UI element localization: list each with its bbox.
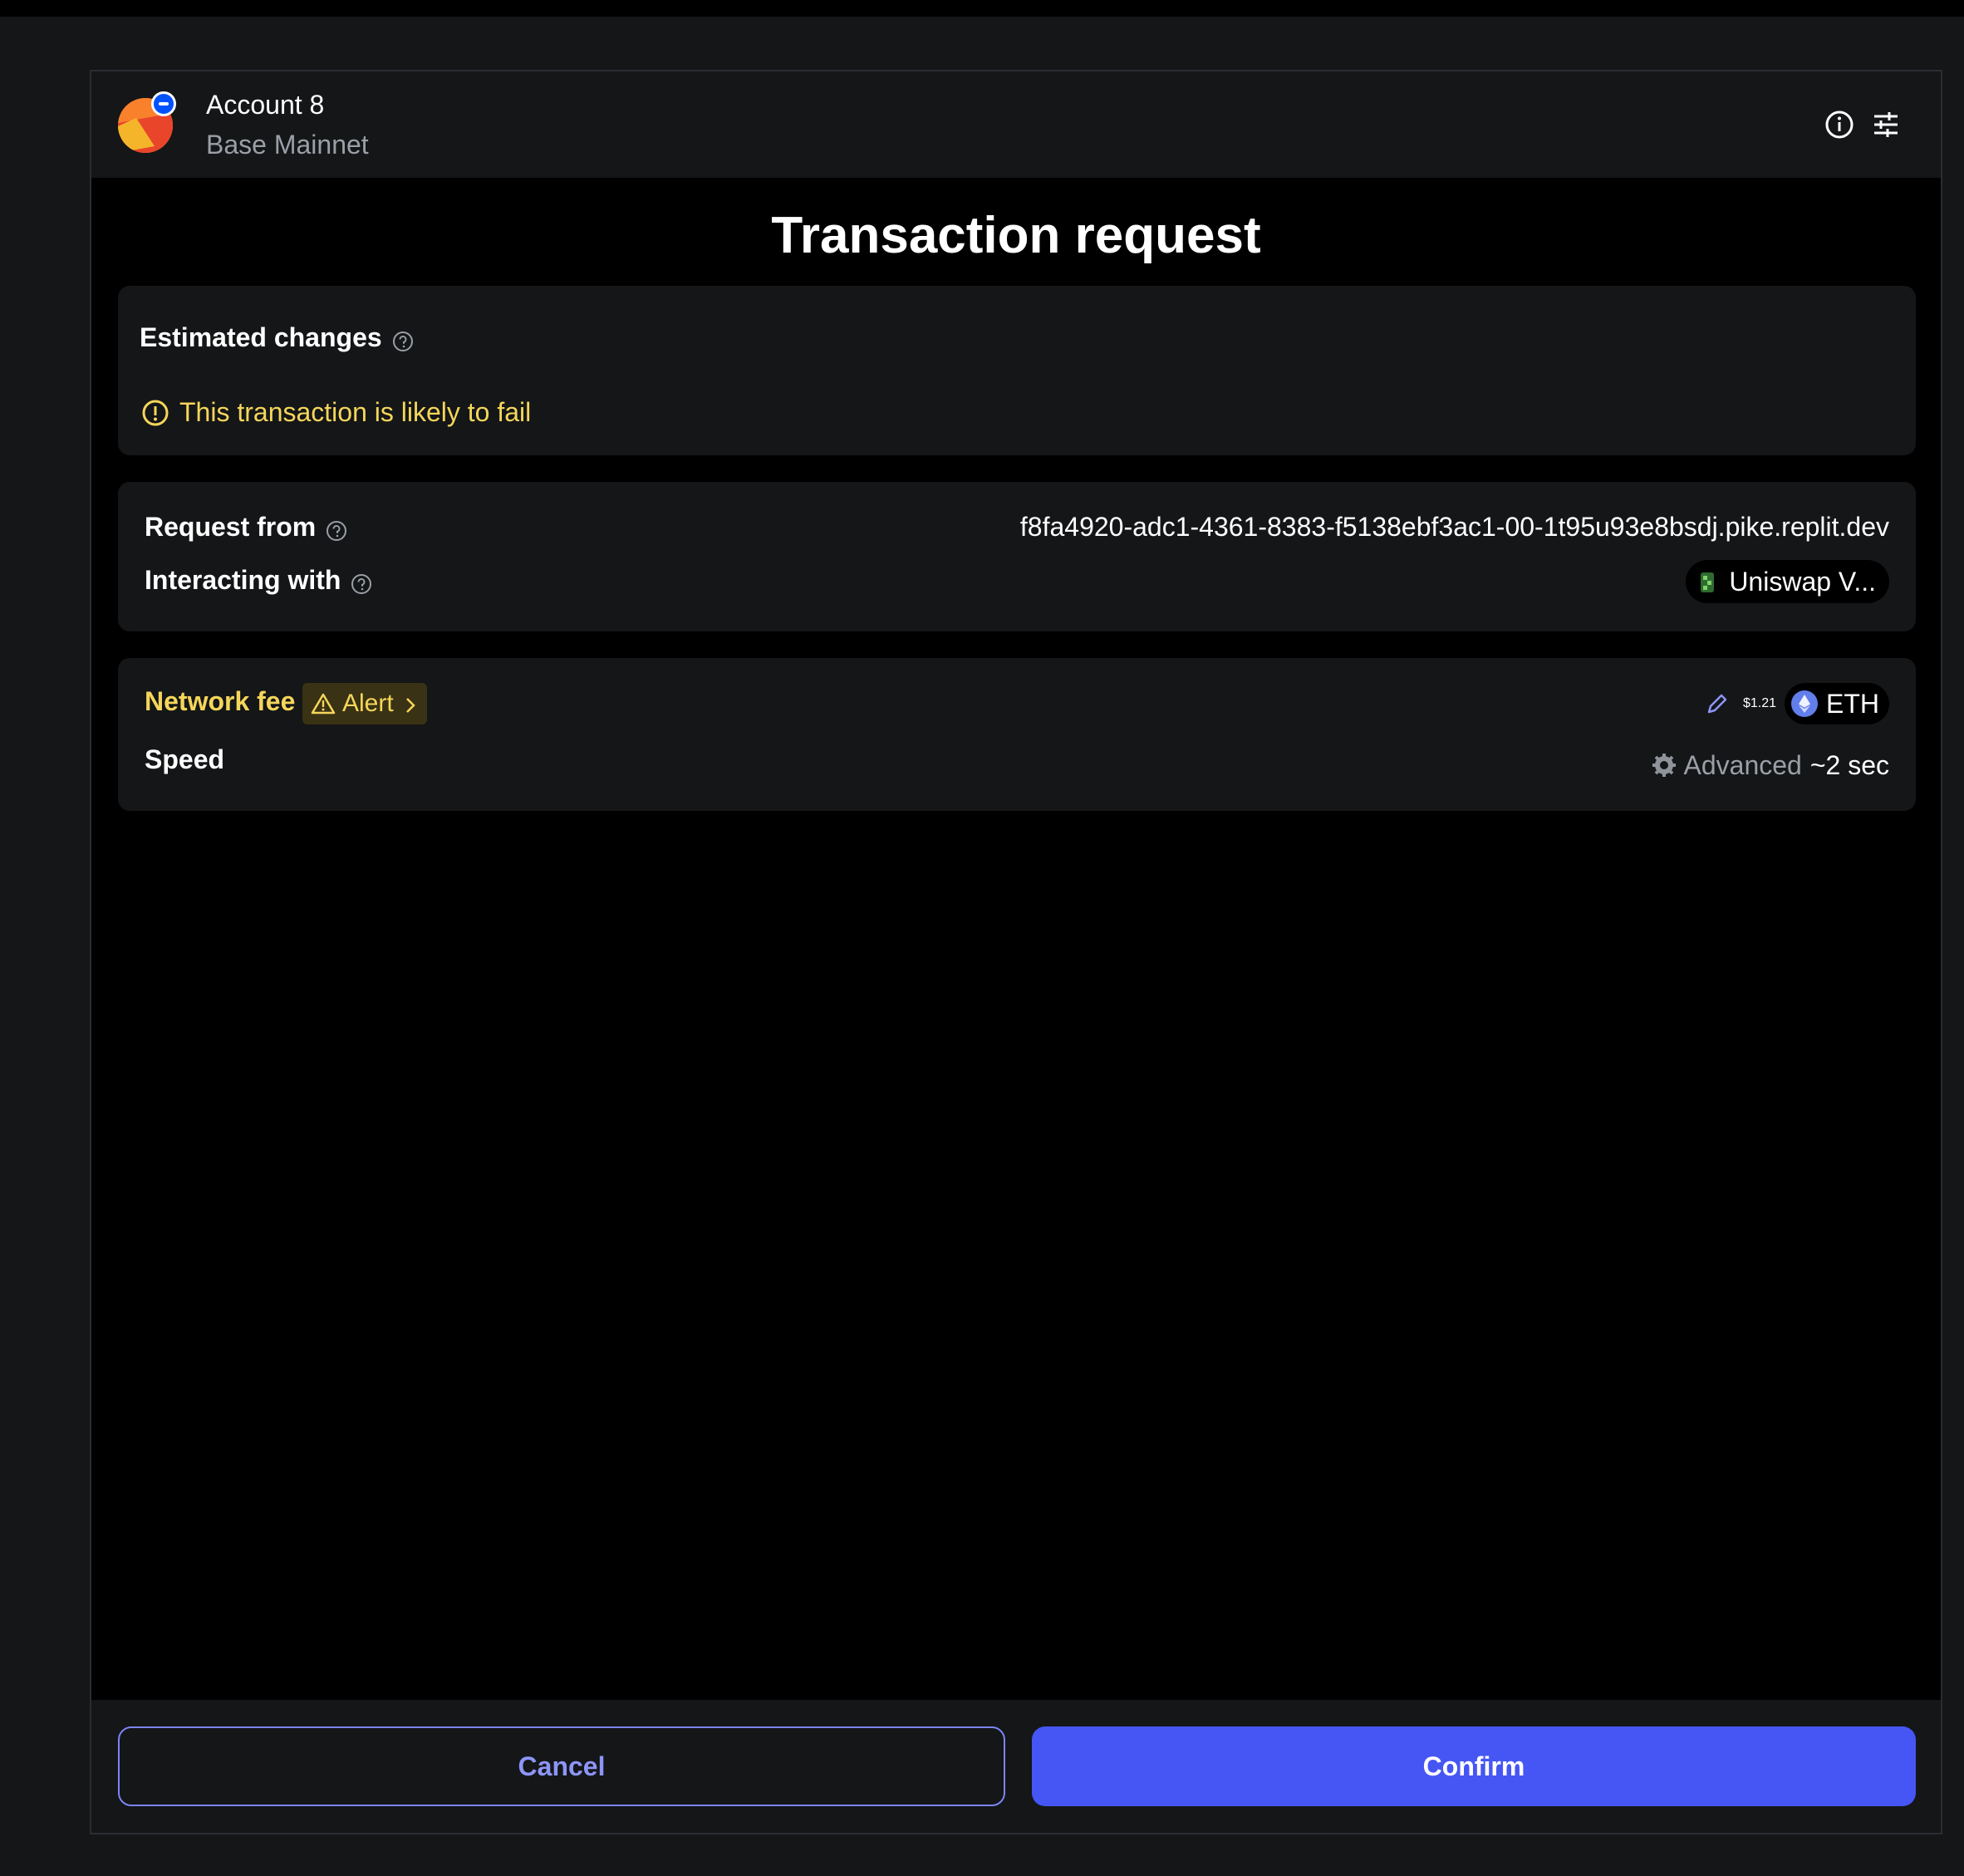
request-from-label-row: Request from [145,512,347,543]
help-icon[interactable] [326,518,347,541]
contract-identicon-icon [1697,570,1717,593]
request-details-card: Request from f8fa4920-adc1-4361-8383-f51… [118,482,1916,631]
chevron-right-icon [402,694,419,714]
gear-icon [1651,752,1677,778]
help-icon[interactable] [351,571,372,594]
transaction-modal: Account 8 Base Mainnet Transaction reque… [90,70,1942,1834]
speed-time: ~2 sec [1809,749,1889,780]
action-footer: Cancel Confirm [91,1700,1941,1833]
interacting-with-label-row: Interacting with [145,565,372,596]
confirm-button[interactable]: Confirm [1032,1726,1916,1806]
info-icon[interactable] [1823,108,1856,141]
request-from-label: Request from [145,512,317,542]
account-name[interactable]: Account 8 [206,90,324,120]
contract-pill[interactable]: Uniswap V... [1686,560,1889,603]
fee-alert-button[interactable]: Alert [302,683,427,724]
estimated-changes-card: Estimated changes This transaction is li… [118,286,1916,455]
help-icon[interactable] [392,328,413,351]
alert-label: Alert [342,690,394,717]
warning-circle-icon [141,399,169,427]
warning-text: This transaction is likely to fail [179,397,532,427]
estimated-changes-label: Estimated changes [140,322,382,352]
failure-warning: This transaction is likely to fail [141,397,531,428]
network-fee-card: Network fee Alert $1.21 ETH Speed Advanc… [118,658,1916,811]
edit-pencil-icon[interactable] [1705,691,1730,716]
network-name: Base Mainnet [206,130,369,160]
fee-amount: $1.21 [1742,696,1776,710]
sliders-icon[interactable] [1869,108,1903,141]
page-title: Transaction request [771,207,1261,264]
cancel-button[interactable]: Cancel [118,1726,1005,1806]
network-fee-label: Network fee [145,686,296,716]
speed-mode: Advanced [1683,749,1802,780]
fee-value-row: $1.21 ETH [1705,683,1889,724]
contract-name: Uniswap V... [1729,566,1876,597]
network-badge-icon [151,91,176,116]
warning-triangle-icon [311,692,336,715]
account-header: Account 8 Base Mainnet [91,71,1941,178]
interacting-with-label: Interacting with [145,565,341,595]
top-strip [0,0,1964,17]
speed-value-row[interactable]: Advanced ~2 sec [1651,744,1889,786]
estimated-changes-label-row: Estimated changes [140,322,413,353]
eth-icon [1791,690,1818,717]
speed-label: Speed [145,744,225,774]
fee-token-chip[interactable]: ETH [1785,683,1889,724]
request-origin-url: f8fa4920-adc1-4361-8383-f5138ebf3ac1-00-… [1019,512,1889,542]
fee-token: ETH [1826,688,1879,719]
